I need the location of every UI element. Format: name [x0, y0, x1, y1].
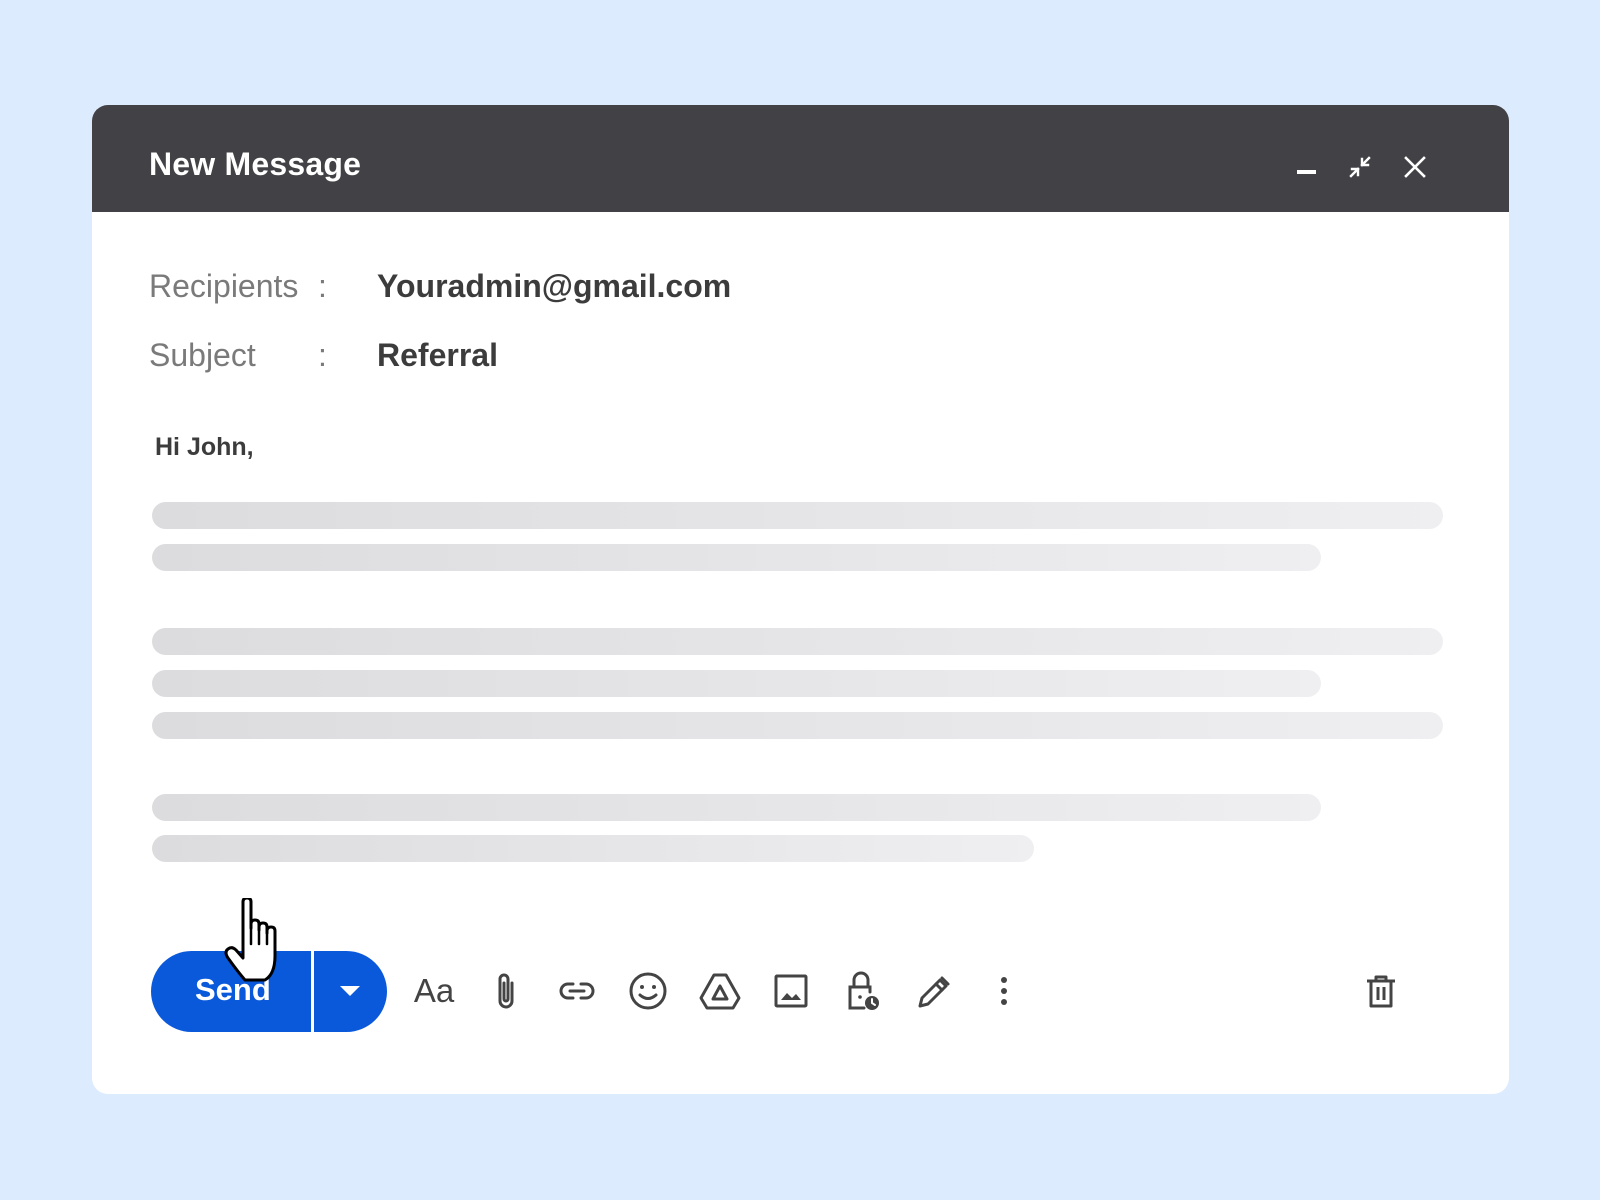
- recipients-label: Recipients: [149, 268, 299, 304]
- message-greeting: Hi John,: [155, 433, 254, 461]
- recipients-field[interactable]: Youradmin@gmail.com: [377, 270, 731, 302]
- formatting-options-icon[interactable]: Aa: [410, 967, 458, 1015]
- message-placeholder-line: [152, 544, 1321, 571]
- insert-photo-icon[interactable]: [767, 967, 815, 1015]
- minimize-icon[interactable]: [1286, 147, 1326, 187]
- message-placeholder-line: [152, 712, 1443, 739]
- discard-draft-icon[interactable]: [1357, 967, 1405, 1015]
- confidential-mode-icon[interactable]: [838, 967, 886, 1015]
- compose-titlebar[interactable]: New Message: [92, 105, 1509, 212]
- recipients-colon: :: [318, 268, 327, 304]
- message-placeholder-line: [152, 835, 1034, 862]
- send-options-button[interactable]: [314, 951, 387, 1032]
- caret-down-icon: [340, 986, 360, 996]
- compose-window: New Message Recipients : Youradmin@gmail…: [92, 105, 1509, 1094]
- message-placeholder-line: [152, 670, 1321, 697]
- subject-label: Subject: [149, 337, 256, 373]
- more-options-icon[interactable]: [980, 967, 1028, 1015]
- insert-signature-icon[interactable]: [909, 967, 957, 1015]
- hand-pointer-icon: [224, 898, 277, 982]
- subject-colon: :: [318, 337, 327, 373]
- message-placeholder-line: [152, 794, 1321, 821]
- compose-title: New Message: [149, 146, 362, 182]
- message-placeholder-line: [152, 502, 1443, 529]
- subject-field[interactable]: Referral: [377, 339, 498, 371]
- message-placeholder-line: [152, 628, 1443, 655]
- insert-link-icon[interactable]: [553, 967, 601, 1015]
- attach-file-icon[interactable]: [482, 967, 530, 1015]
- close-icon[interactable]: [1395, 147, 1435, 187]
- formatting-options-label: Aa: [413, 972, 455, 1009]
- exit-fullscreen-icon[interactable]: [1340, 147, 1380, 187]
- insert-emoji-icon[interactable]: [624, 967, 672, 1015]
- google-drive-icon[interactable]: [696, 967, 744, 1015]
